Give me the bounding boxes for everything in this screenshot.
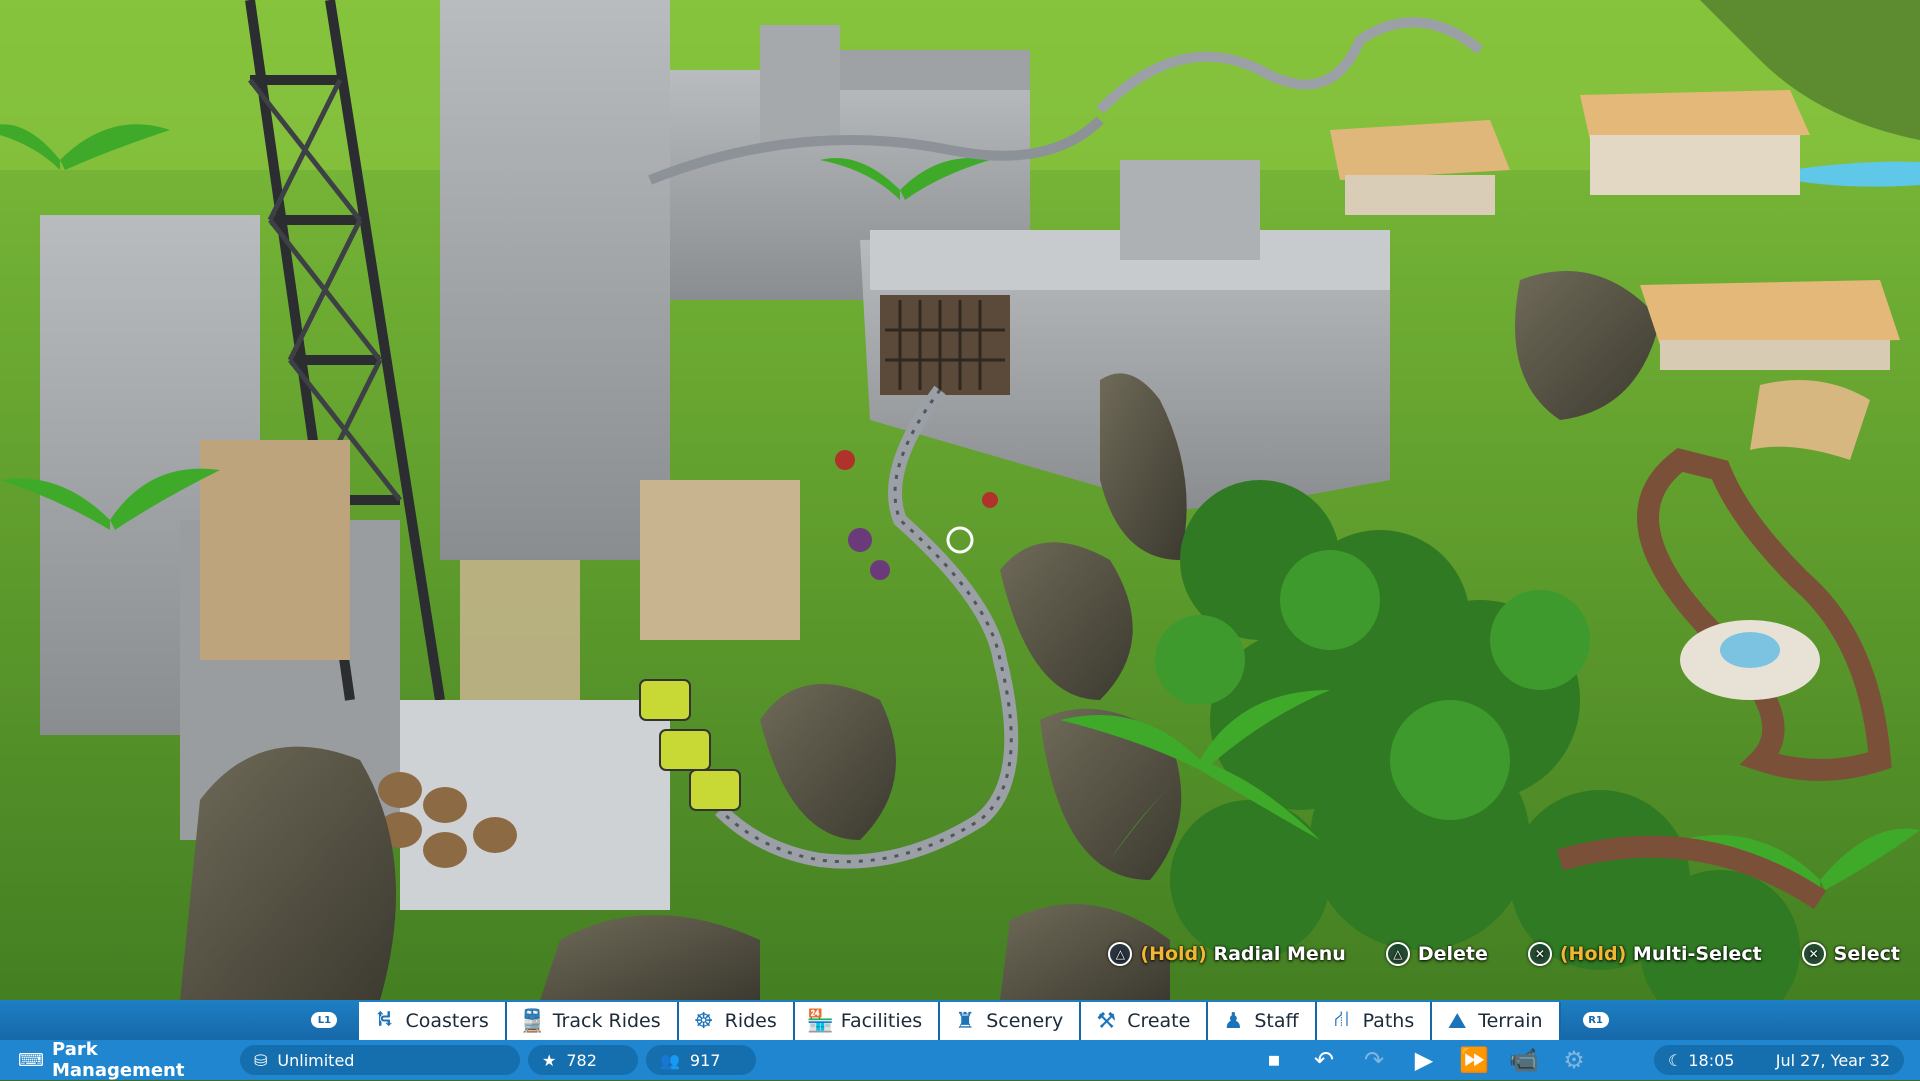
tab-label: Track Rides — [552, 1010, 661, 1032]
prompt-label: Select — [1833, 943, 1900, 965]
tab-label: Coasters — [405, 1010, 489, 1032]
prompt-label: Multi-Select — [1632, 943, 1762, 965]
fast-forward-icon[interactable]: ⏩ — [1456, 1042, 1492, 1078]
coaster-icon: ⛕ — [376, 1007, 393, 1032]
park-management-label: Park Management — [51, 1039, 185, 1081]
build-tab-bar: L1 ⛕ Coasters 🚆 Track Rides ☸ Rides 🏪 Fa… — [0, 1000, 1920, 1040]
park-scene — [0, 0, 1920, 1080]
ferris-wheel-icon: ☸ — [693, 1008, 714, 1034]
star-icon: ★ — [542, 1050, 557, 1070]
date-time-display: ☾ 18:05 Jul 27, Year 32 — [1654, 1045, 1904, 1075]
tab-rides[interactable]: ☸ Rides — [678, 1002, 795, 1040]
triangle-button-icon: △ — [1108, 942, 1133, 966]
moon-icon: ☾ — [1668, 1050, 1683, 1070]
train-icon: 🚆 — [518, 1008, 547, 1034]
tab-label: Rides — [724, 1010, 777, 1032]
tab-scenery[interactable]: ♜ Scenery — [940, 1002, 1082, 1040]
settings-icon[interactable]: ⚙ — [1556, 1042, 1592, 1078]
money-display[interactable]: ⛁ Unlimited — [240, 1045, 520, 1075]
prompt-delete: △ Delete — [1385, 942, 1488, 966]
triangle-button-icon: △ — [1385, 942, 1410, 966]
guest-count-value: 917 — [689, 1050, 721, 1070]
tab-label: Paths — [1362, 1010, 1415, 1032]
park-rating-value: 782 — [566, 1050, 597, 1070]
redo-icon[interactable]: ↷ — [1356, 1042, 1392, 1078]
tab-label: Facilities — [840, 1010, 923, 1032]
park-rating-display[interactable]: ★ 782 — [528, 1045, 638, 1075]
park-management-button[interactable]: ⌨ Park Management — [18, 1039, 228, 1081]
tab-facilities[interactable]: 🏪 Facilities — [794, 1002, 941, 1040]
r1-button-icon[interactable]: R1 — [1582, 1012, 1609, 1028]
prompt-label: Delete — [1417, 943, 1488, 965]
cross-button-icon: ✕ — [1527, 942, 1552, 966]
keyboard-icon: ⌨ — [18, 1049, 44, 1071]
prompt-hold-label: (Hold) — [1140, 943, 1207, 965]
terrain-icon: ⛰ — [1447, 1008, 1467, 1034]
path-icon: ⛙ — [1333, 1007, 1350, 1032]
prompt-hold-label: (Hold) — [1559, 943, 1627, 965]
cross-button-icon: ✕ — [1801, 942, 1826, 966]
tower-icon: ♜ — [955, 1008, 976, 1034]
l1-button-icon[interactable]: L1 — [311, 1012, 338, 1028]
tools-icon: ⚒ — [1096, 1008, 1117, 1034]
stop-button-icon[interactable]: ⏹ — [1256, 1042, 1292, 1078]
camera-icon[interactable]: 📹 — [1506, 1042, 1542, 1078]
tab-staff[interactable]: ♟ Staff — [1208, 1002, 1317, 1040]
guests-icon: 👥 — [660, 1050, 680, 1070]
date-value: Jul 27, Year 32 — [1775, 1050, 1890, 1070]
prompt-multi-select: ✕ (Hold) Multi-Select — [1527, 942, 1762, 966]
prompt-select: ✕ Select — [1801, 942, 1900, 966]
shop-icon: 🏪 — [806, 1008, 835, 1034]
money-value: Unlimited — [277, 1050, 355, 1070]
tab-label: Create — [1127, 1010, 1191, 1032]
play-icon[interactable]: ▶ — [1406, 1042, 1442, 1078]
undo-icon[interactable]: ↶ — [1306, 1042, 1342, 1078]
tab-coasters[interactable]: ⛕ Coasters — [359, 1002, 507, 1040]
guest-count-display[interactable]: 👥 917 — [646, 1045, 756, 1075]
tab-paths[interactable]: ⛙ Paths — [1316, 1002, 1433, 1040]
tab-terrain[interactable]: ⛰ Terrain — [1432, 1002, 1561, 1040]
tab-track-rides[interactable]: 🚆 Track Rides — [506, 1002, 679, 1040]
time-value: 18:05 — [1688, 1050, 1735, 1070]
tab-label: Scenery — [986, 1010, 1064, 1032]
status-bar: ⌨ Park Management ⛁ Unlimited ★ 782 👥 91… — [0, 1039, 1920, 1081]
prompt-label: Radial Menu — [1213, 943, 1346, 965]
tab-create[interactable]: ⚒ Create — [1081, 1002, 1209, 1040]
coins-icon: ⛁ — [254, 1050, 268, 1070]
tab-label: Staff — [1254, 1010, 1299, 1032]
game-speed-controls: ⏹ ↶ ↷ ▶ ⏩ 📹 ⚙ — [1256, 1042, 1592, 1078]
tab-label: Terrain — [1478, 1010, 1543, 1032]
prompt-radial-menu: △ (Hold) Radial Menu — [1108, 942, 1346, 966]
staff-icon: ♟ — [1223, 1008, 1244, 1034]
game-viewport[interactable] — [0, 0, 1920, 1080]
controller-prompts: △ (Hold) Radial Menu △ Delete ✕ (Hold) M… — [1108, 936, 1900, 972]
